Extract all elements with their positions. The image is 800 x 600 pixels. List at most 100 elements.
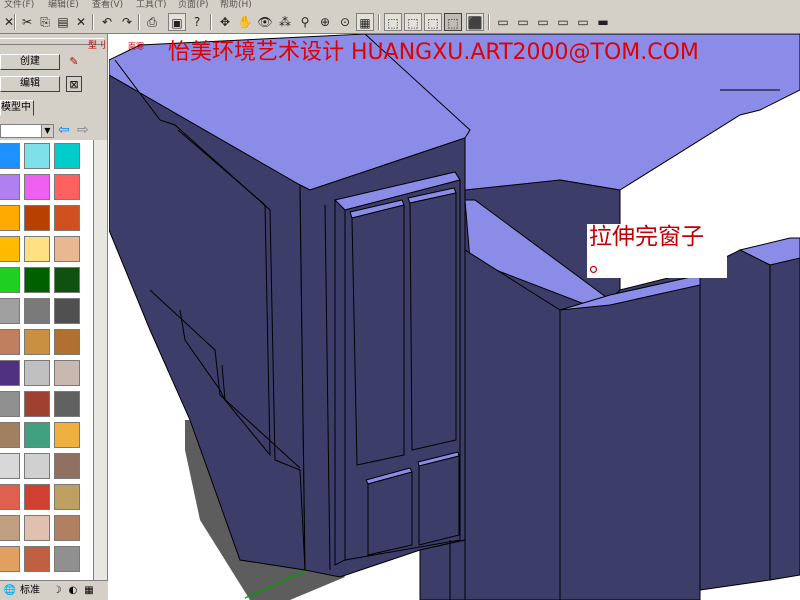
print-icon[interactable]: ⎙ [143,13,161,31]
swatch-scrollbar[interactable] [93,140,107,580]
material-swatch[interactable] [54,329,80,355]
shaded-texture-icon[interactable]: ▭ [554,13,572,31]
delete-icon[interactable]: ⊠ [66,76,82,92]
material-swatch[interactable] [54,267,80,293]
material-swatch[interactable] [24,236,50,262]
material-swatch[interactable] [54,143,80,169]
xray-icon[interactable]: ▭ [494,13,512,31]
material-swatch[interactable] [24,484,50,510]
right-pane [409,192,457,451]
footsteps-icon[interactable]: ⁂ [276,13,294,31]
material-swatch[interactable] [54,391,80,417]
material-swatch[interactable] [0,143,20,169]
menu-edit[interactable]: 编辑(E) [48,0,79,10]
material-swatch[interactable] [54,205,80,231]
shaded-icon[interactable]: ⬛ [466,13,484,31]
material-swatch[interactable] [24,360,50,386]
chevron-down-icon[interactable]: ▼ [41,125,53,137]
paste-icon[interactable]: ▤ [54,13,72,31]
wireframe-icon[interactable]: ▭ [514,13,532,31]
grid-icon[interactable]: ▦ [82,583,96,599]
menu-bar: 文件(F) 编辑(E) 查看(V) 工具(T) 页面(P) 帮助(H) [0,0,800,10]
globe-icon[interactable]: 🌐 [2,583,18,599]
undo-icon[interactable]: ↶ [98,13,116,31]
material-swatch[interactable] [0,391,20,417]
material-swatch[interactable] [0,174,20,200]
material-swatch[interactable] [54,422,80,448]
material-swatch[interactable] [24,546,50,572]
material-swatch[interactable] [54,298,80,324]
drawing-viewport[interactable] [109,34,800,600]
orbit-icon[interactable]: ✥ [216,13,234,31]
moon-icon[interactable]: ☽ [50,583,64,599]
front-view-icon[interactable]: ⬚ [424,13,442,31]
material-swatch[interactable] [24,515,50,541]
material-swatch[interactable] [24,205,50,231]
material-swatch[interactable] [24,143,50,169]
material-swatch[interactable] [54,515,80,541]
material-swatch[interactable] [54,546,80,572]
material-swatch[interactable] [54,236,80,262]
right-pane-lower [418,455,460,546]
material-swatch[interactable] [54,453,80,479]
far-right-face [699,249,771,591]
tab-in-model[interactable]: 模型中 [0,100,34,116]
material-swatch[interactable] [54,360,80,386]
edit-button[interactable]: 编辑 [0,76,60,92]
menu-view[interactable]: 查看(V) [92,0,123,10]
materials-panel: 创建 ✎ 编辑 ⊠ 模型中 ▼ ⇦ ⇨ 🌐 标准 ☽ ◐ ▦ [0,34,108,600]
pan-icon[interactable]: ✋ [236,13,254,31]
sample-paint-icon[interactable]: ✎ [66,54,82,70]
zoom-window-icon[interactable]: ⊕ [316,13,334,31]
palette-icon[interactable]: ◐ [66,583,80,599]
forward-arrow-icon[interactable]: ⇨ [77,122,89,138]
material-swatch[interactable] [0,453,20,479]
menu-page[interactable]: 页面(P) [178,0,208,10]
material-swatch[interactable] [24,422,50,448]
copy-icon[interactable]: ⎘ [36,13,54,31]
context-help-icon[interactable]: ? [188,13,206,31]
hidden-line-icon[interactable]: ▭ [534,13,552,31]
material-swatch[interactable] [54,174,80,200]
top-view-icon[interactable]: ⬚ [404,13,422,31]
material-swatch[interactable] [24,391,50,417]
cut-icon[interactable]: ✂ [18,13,36,31]
erase-icon[interactable]: ✕ [72,13,90,31]
zoom-icon[interactable]: ⚲ [296,13,314,31]
monochrome-icon[interactable]: ▭ [574,13,592,31]
material-swatch[interactable] [24,329,50,355]
material-swatch[interactable] [0,484,20,510]
left-pane [351,204,405,466]
material-swatch[interactable] [0,267,20,293]
right-view-icon[interactable]: ⬚ [444,13,462,31]
material-library-select[interactable]: ▼ [0,124,54,138]
redo-icon[interactable]: ↷ [118,13,136,31]
material-swatch[interactable] [0,329,20,355]
previous-view-icon[interactable]: ▦ [356,13,374,31]
back-arrow-icon[interactable]: ⇦ [58,122,70,138]
material-swatch[interactable] [0,360,20,386]
building-base [419,539,466,600]
material-swatch[interactable] [24,267,50,293]
material-swatch[interactable] [0,546,20,572]
camera-icon[interactable]: ▬ [594,13,612,31]
material-swatch[interactable] [0,515,20,541]
tab-standard[interactable]: 标准 [20,583,40,599]
zoom-extents-icon[interactable]: ⊙ [336,13,354,31]
material-swatch[interactable] [0,422,20,448]
iso-view-icon[interactable]: ⬚ [384,13,402,31]
caption-line-2: 。 [589,251,612,277]
menu-tools[interactable]: 工具(T) [136,0,167,10]
material-swatch[interactable] [24,298,50,324]
material-swatch[interactable] [54,484,80,510]
walk-icon[interactable]: 👁 [256,13,274,31]
menu-help[interactable]: 帮助(H) [220,0,252,10]
model-info-icon[interactable]: ▣ [168,13,186,31]
menu-file[interactable]: 文件(F) [4,0,34,10]
material-swatch[interactable] [0,298,20,324]
material-swatch[interactable] [0,205,20,231]
material-swatch[interactable] [0,236,20,262]
material-swatch[interactable] [24,453,50,479]
material-swatch[interactable] [24,174,50,200]
create-button[interactable]: 创建 [0,54,60,70]
